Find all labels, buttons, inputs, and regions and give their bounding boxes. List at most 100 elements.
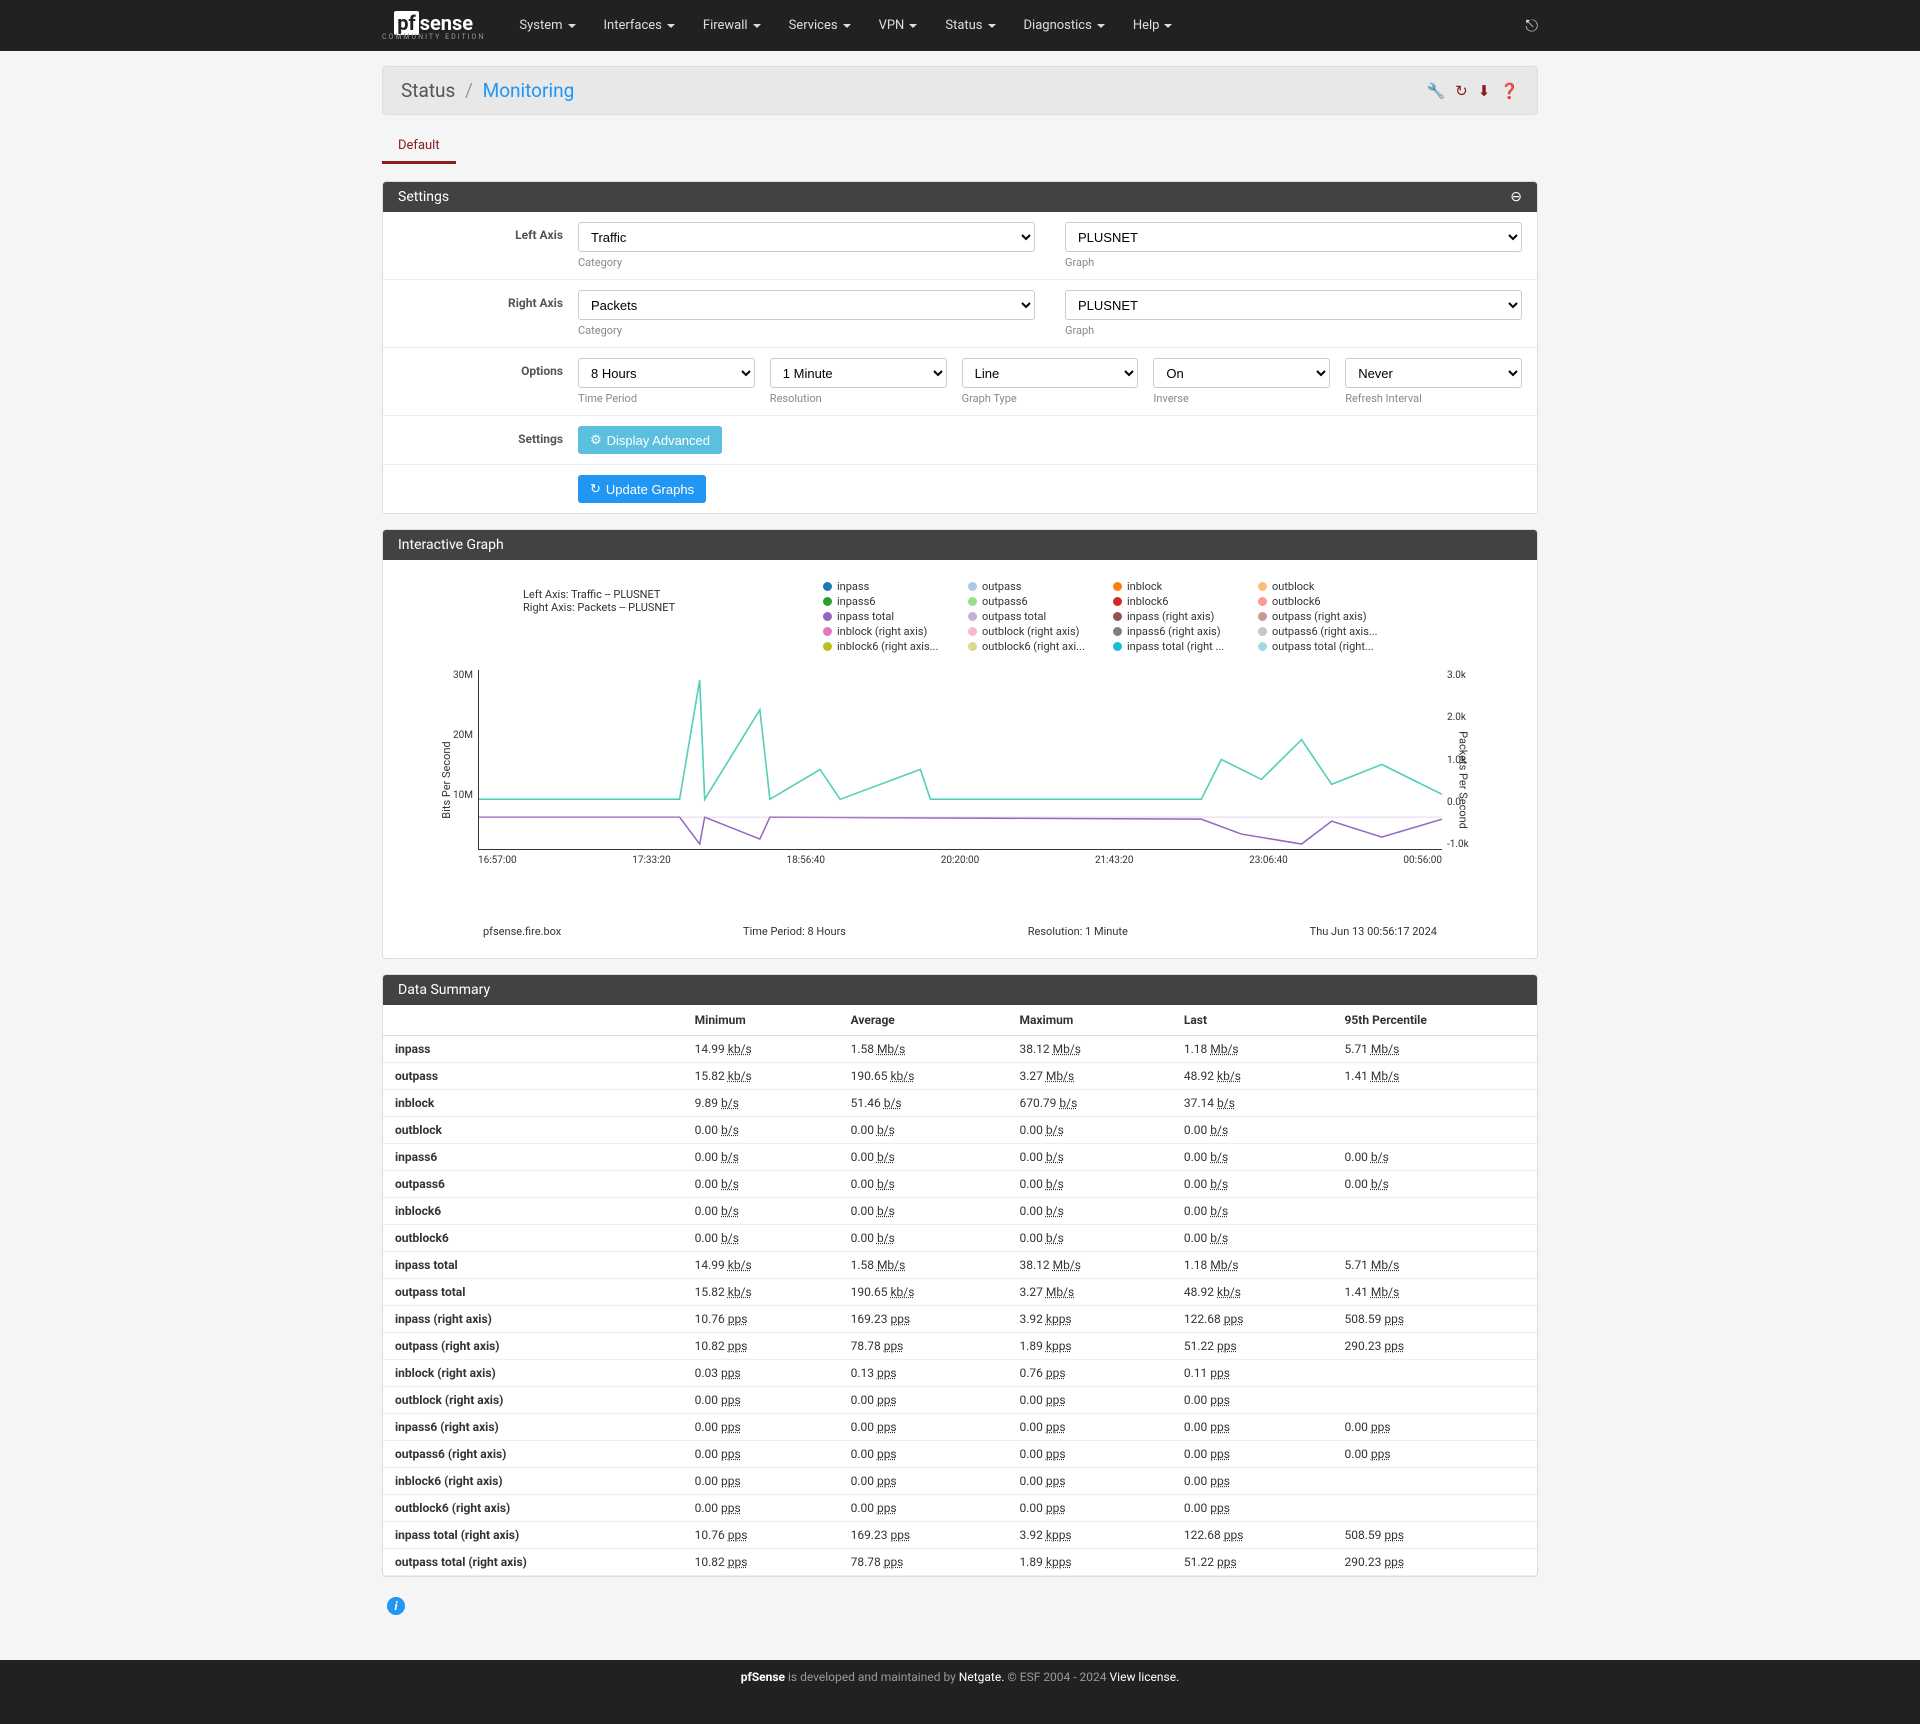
graph-type-select[interactable]: Line <box>962 358 1139 388</box>
download-icon[interactable]: ⬇ <box>1478 82 1491 100</box>
legend-item[interactable]: outpass (right axis) <box>1258 610 1403 623</box>
footer-host: pfsense.fire.box <box>483 925 561 938</box>
chart-plot[interactable]: Bits Per Second Packets Per Second 30M20… <box>423 670 1497 890</box>
table-row: outblock6 (right axis)0.00 pps0.00 pps0.… <box>383 1495 1537 1522</box>
footer-license[interactable]: View license. <box>1110 1670 1180 1684</box>
settings-label: Settings <box>383 426 578 454</box>
legend-item[interactable]: outpass total <box>968 610 1113 623</box>
legend-item[interactable]: outpass <box>968 580 1113 593</box>
help-res: Resolution <box>770 392 947 405</box>
legend-item[interactable]: outpass total (right... <box>1258 640 1403 653</box>
legend-item[interactable]: inblock <box>1113 580 1258 593</box>
logo[interactable]: pfsense COMMUNITY EDITION <box>382 11 485 41</box>
chart-container: Left Axis: Traffic -- PLUSNET Right Axis… <box>383 560 1537 958</box>
chart-titles: Left Axis: Traffic -- PLUSNET Right Axis… <box>523 588 675 614</box>
breadcrumb-status[interactable]: Status <box>401 79 455 102</box>
table-header: Minimum <box>683 1005 839 1036</box>
table-row: inblock6 (right axis)0.00 pps0.00 pps0.0… <box>383 1468 1537 1495</box>
left-axis-category-select[interactable]: Traffic <box>578 222 1035 252</box>
breadcrumb-monitoring[interactable]: Monitoring <box>483 79 575 102</box>
refresh-select[interactable]: Never <box>1345 358 1522 388</box>
nav-item-firewall[interactable]: Firewall <box>689 10 775 41</box>
nav-item-interfaces[interactable]: Interfaces <box>590 10 689 41</box>
legend-item[interactable]: outblock6 <box>1258 595 1403 608</box>
legend-item[interactable]: outblock (right axis) <box>968 625 1113 638</box>
time-period-select[interactable]: 8 Hours <box>578 358 755 388</box>
help-gtype: Graph Type <box>962 392 1139 405</box>
legend-item[interactable]: inpass6 <box>823 595 968 608</box>
navbar: pfsense COMMUNITY EDITION SystemInterfac… <box>0 0 1920 51</box>
table-row: inblock60.00 b/s0.00 b/s0.00 b/s0.00 b/s <box>383 1198 1537 1225</box>
collapse-icon[interactable]: ⊖ <box>1510 189 1522 205</box>
graph-title: Interactive Graph <box>398 537 504 553</box>
table-header: Average <box>839 1005 1008 1036</box>
tab-default[interactable]: Default <box>382 130 456 164</box>
legend-item[interactable]: inpass (right axis) <box>1113 610 1258 623</box>
logo-prefix: pf <box>394 11 418 35</box>
table-row: outpass (right axis)10.82 pps78.78 pps1.… <box>383 1333 1537 1360</box>
left-axis-graph-select[interactable]: PLUSNET <box>1065 222 1522 252</box>
help-category: Category <box>578 256 1035 269</box>
help-graph: Graph <box>1065 256 1522 269</box>
settings-header: Settings ⊖ <box>383 182 1537 212</box>
legend-item[interactable]: outblock6 (right axi... <box>968 640 1113 653</box>
legend-item[interactable]: inpass total (right ... <box>1113 640 1258 653</box>
table-row: outpass total15.82 kb/s190.65 kb/s3.27 M… <box>383 1279 1537 1306</box>
info-icon[interactable]: i <box>387 1597 405 1615</box>
table-row: inblock (right axis)0.03 pps0.13 pps0.76… <box>383 1360 1537 1387</box>
breadcrumb: Status / Monitoring <box>401 79 574 102</box>
right-axis-graph-select[interactable]: PLUSNET <box>1065 290 1522 320</box>
table-row: outblock0.00 b/s0.00 b/s0.00 b/s0.00 b/s <box>383 1117 1537 1144</box>
nav-item-diagnostics[interactable]: Diagnostics <box>1010 10 1119 41</box>
table-row: inpass60.00 b/s0.00 b/s0.00 b/s0.00 b/s0… <box>383 1144 1537 1171</box>
footer-brand: pfSense <box>741 1670 785 1684</box>
summary-title: Data Summary <box>398 982 490 998</box>
legend-item[interactable]: inblock6 (right axis... <box>823 640 968 653</box>
legend-item[interactable]: inblock6 <box>1113 595 1258 608</box>
table-header: Maximum <box>1008 1005 1172 1036</box>
footer-time: Thu Jun 13 00:56:17 2024 <box>1310 925 1437 938</box>
legend-item[interactable]: inpass <box>823 580 968 593</box>
refresh-icon[interactable]: ↻ <box>1455 82 1468 100</box>
nav-item-vpn[interactable]: VPN <box>865 10 932 41</box>
help-time: Time Period <box>578 392 755 405</box>
summary-panel: Data Summary MinimumAverageMaximumLast95… <box>382 974 1538 1577</box>
y-right-ticks: 3.0k2.0k1.0k0.0-1.0k <box>1447 670 1477 850</box>
footer-netgate[interactable]: Netgate. <box>959 1670 1008 1684</box>
table-row: inblock9.89 b/s51.46 b/s670.79 b/s37.14 … <box>383 1090 1537 1117</box>
table-row: outpass total (right axis)10.82 pps78.78… <box>383 1549 1537 1576</box>
left-axis-label: Left Axis <box>383 222 578 269</box>
footer-copyright: © ESF 2004 - 2024 <box>1007 1670 1109 1684</box>
logo-subtitle: COMMUNITY EDITION <box>382 33 485 41</box>
resolution-select[interactable]: 1 Minute <box>770 358 947 388</box>
legend-item[interactable]: inblock (right axis) <box>823 625 968 638</box>
table-row: inpass total14.99 kb/s1.58 Mb/s38.12 Mb/… <box>383 1252 1537 1279</box>
nav-item-help[interactable]: Help <box>1119 10 1187 41</box>
nav-item-system[interactable]: System <box>505 10 589 41</box>
legend-item[interactable]: inpass total <box>823 610 968 623</box>
graph-panel: Interactive Graph Left Axis: Traffic -- … <box>382 529 1538 959</box>
table-row: inpass14.99 kb/s1.58 Mb/s38.12 Mb/s1.18 … <box>383 1036 1537 1063</box>
legend-item[interactable]: inpass6 (right axis) <box>1113 625 1258 638</box>
table-row: inpass6 (right axis)0.00 pps0.00 pps0.00… <box>383 1414 1537 1441</box>
help-graph2: Graph <box>1065 324 1522 337</box>
table-row: outpass15.82 kb/s190.65 kb/s3.27 Mb/s48.… <box>383 1063 1537 1090</box>
right-axis-category-select[interactable]: Packets <box>578 290 1035 320</box>
inverse-select[interactable]: On <box>1153 358 1330 388</box>
legend-item[interactable]: outblock <box>1258 580 1403 593</box>
nav-item-services[interactable]: Services <box>775 10 865 41</box>
help-category2: Category <box>578 324 1035 337</box>
legend-item[interactable]: outpass6 (right axis... <box>1258 625 1403 638</box>
logout-icon[interactable]: ⎋ <box>1525 16 1538 36</box>
wrench-icon[interactable]: 🔧 <box>1426 82 1445 100</box>
tabs: Default <box>382 130 1538 166</box>
options-label: Options <box>383 358 578 405</box>
logo-text: sense <box>420 11 473 35</box>
help-inv: Inverse <box>1153 392 1330 405</box>
display-advanced-button[interactable]: ⚙ Display Advanced <box>578 426 722 454</box>
breadcrumb-panel: Status / Monitoring 🔧 ↻ ⬇ ❓ <box>382 66 1538 115</box>
nav-item-status[interactable]: Status <box>931 10 1009 41</box>
help-icon[interactable]: ❓ <box>1500 82 1519 100</box>
legend-item[interactable]: outpass6 <box>968 595 1113 608</box>
update-graphs-button[interactable]: ↻ Update Graphs <box>578 475 706 503</box>
